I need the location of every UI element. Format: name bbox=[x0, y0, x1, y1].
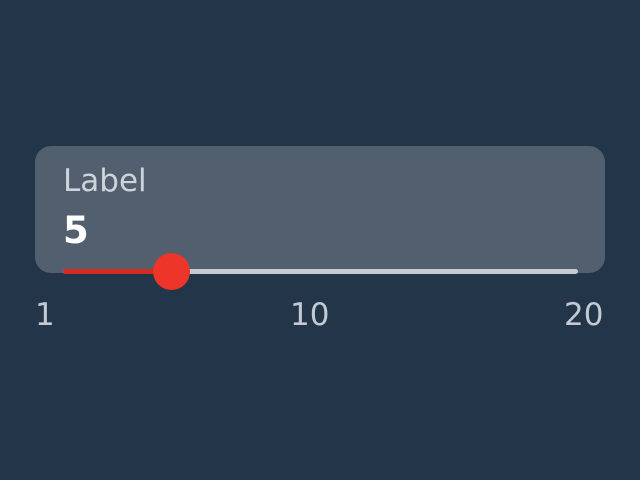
slider-label: Label bbox=[63, 163, 147, 199]
tick-max-label: 20 bbox=[564, 297, 604, 333]
slider-widget: Label 5 1 10 20 bbox=[0, 0, 640, 480]
slider-value: 5 bbox=[63, 209, 89, 252]
slider-card: Label 5 bbox=[35, 146, 605, 273]
slider-thumb[interactable] bbox=[152, 253, 190, 290]
slider-track[interactable] bbox=[63, 269, 578, 274]
tick-min-label: 1 bbox=[35, 297, 55, 333]
tick-mid-label: 10 bbox=[290, 297, 330, 333]
